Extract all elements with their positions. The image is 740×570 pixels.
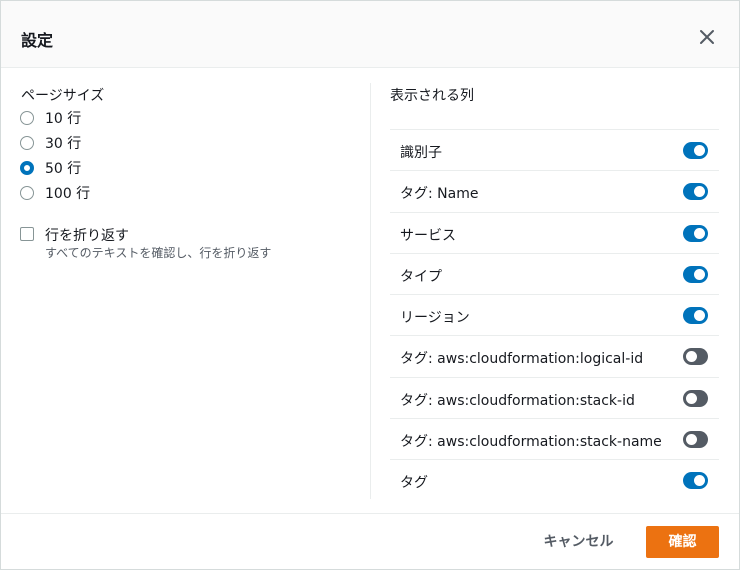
page-size-option-30[interactable]: 30 行 bbox=[20, 133, 81, 153]
column-row-stack-name: タグ: aws:cloudformation:stack-name bbox=[390, 418, 719, 459]
column-row-logical-id: タグ: aws:cloudformation:logical-id bbox=[390, 335, 719, 376]
page-size-option-10[interactable]: 10 行 bbox=[20, 108, 81, 128]
column-row-tags: タグ bbox=[390, 459, 719, 500]
settings-dialog: 設定 ページサイズ 10 行 30 行 50 行 100 行 行を折り返す すべ… bbox=[0, 0, 740, 570]
toggle-service[interactable] bbox=[683, 224, 708, 242]
visible-columns-label: 表示される列 bbox=[390, 88, 474, 104]
wrap-lines-label: 行を折り返す bbox=[45, 228, 129, 244]
page-size-option-50[interactable]: 50 行 bbox=[20, 158, 81, 178]
column-row-tag-name: タグ: Name bbox=[390, 170, 719, 211]
radio-icon[interactable] bbox=[20, 111, 34, 125]
checkbox-icon[interactable] bbox=[20, 227, 34, 241]
toggle-stack-name[interactable] bbox=[683, 431, 708, 449]
column-row-region: リージョン bbox=[390, 294, 719, 335]
dialog-header: 設定 bbox=[1, 1, 739, 68]
dialog-title: 設定 bbox=[21, 31, 54, 50]
toggle-tag-name[interactable] bbox=[683, 183, 708, 201]
column-row-stack-id: タグ: aws:cloudformation:stack-id bbox=[390, 376, 719, 418]
column-row-service: サービス bbox=[390, 211, 719, 253]
page-size-section: ページサイズ 10 行 30 行 50 行 100 行 行を折り返す すべてのテ… bbox=[1, 68, 370, 513]
page-size-option-100[interactable]: 100 行 bbox=[20, 183, 90, 203]
toggle-tags[interactable] bbox=[683, 472, 708, 490]
column-row-type: タイプ bbox=[390, 252, 719, 294]
cancel-button[interactable]: キャンセル bbox=[531, 526, 626, 558]
toggle-logical-id[interactable] bbox=[683, 348, 708, 366]
dialog-footer: キャンセル 確認 bbox=[1, 513, 739, 569]
toggle-type[interactable] bbox=[683, 265, 708, 283]
wrap-lines-description: すべてのテキストを確認し、行を折り返す bbox=[45, 246, 272, 260]
radio-icon[interactable] bbox=[20, 136, 34, 150]
column-divider bbox=[370, 83, 371, 499]
toggle-region[interactable] bbox=[683, 307, 708, 325]
page-size-label: ページサイズ bbox=[21, 88, 105, 104]
toggle-stack-id[interactable] bbox=[683, 389, 708, 407]
toggle-identifier[interactable] bbox=[683, 142, 708, 159]
close-icon[interactable] bbox=[697, 27, 717, 47]
radio-icon[interactable] bbox=[20, 186, 34, 200]
wrap-lines-checkbox[interactable]: 行を折り返す すべてのテキストを確認し、行を折り返す bbox=[20, 225, 350, 265]
column-row-identifier: 識別子 bbox=[390, 129, 719, 170]
confirm-button[interactable]: 確認 bbox=[646, 526, 719, 558]
column-list: 識別子 タグ: Name サービス タイプ リージョン タグ: aws:clou… bbox=[390, 129, 719, 501]
radio-checked-icon[interactable] bbox=[20, 161, 34, 175]
